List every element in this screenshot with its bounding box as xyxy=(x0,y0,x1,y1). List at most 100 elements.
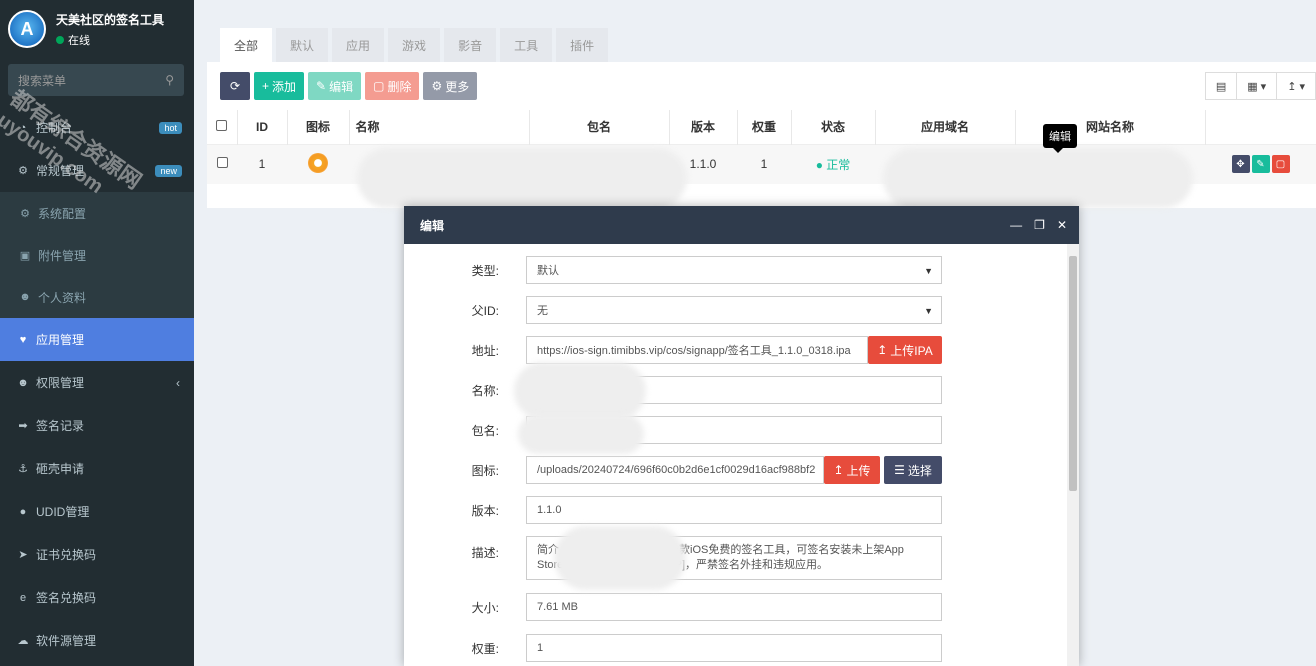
file-image-icon: ▣ xyxy=(19,249,31,262)
sidebar-item-dashboard[interactable]: ◔ 控制台 hot xyxy=(0,106,194,149)
redaction-blur xyxy=(554,526,686,590)
modal-form: 类型: 默认 ▼ 父ID: 无 ▼ 地址: https://ios-sign.tim… xyxy=(404,244,1067,666)
more-button[interactable]: ⚙ 更多 xyxy=(423,72,478,100)
brand-area: A 天美社区的签名工具 在线 xyxy=(0,0,194,58)
col-id[interactable]: ID xyxy=(237,110,288,144)
apple-icon: ● xyxy=(19,505,27,518)
weight-label: 权重: xyxy=(471,641,499,656)
add-button[interactable]: + 添加 xyxy=(254,72,305,100)
url-label: 地址: xyxy=(471,343,499,358)
upload-button[interactable]: ↥ 上传 xyxy=(824,456,880,484)
avatar[interactable]: A xyxy=(8,10,46,48)
select-all-checkbox[interactable] xyxy=(216,119,228,131)
col-version[interactable]: 版本 xyxy=(669,110,738,144)
size-input[interactable]: 7.61 MB xyxy=(526,593,942,621)
th-icon: ▦ ▾ xyxy=(1247,80,1267,93)
tab-plugins[interactable]: 插件 xyxy=(556,28,609,62)
heart-icon: ♥ xyxy=(19,333,27,346)
pencil-icon: ✎ xyxy=(316,79,327,93)
menu-search-input[interactable]: 搜索菜单 ⚲ xyxy=(8,64,184,96)
sidebar-item-general[interactable]: ⚙ 常规管理 new xyxy=(0,149,194,192)
delete-button[interactable]: ▢ 删除 xyxy=(365,72,420,100)
type-select[interactable]: 默认 ▼ xyxy=(526,256,942,284)
sidebar-item-cert-codes[interactable]: ➤ 证书兑换码 xyxy=(0,533,194,576)
col-weight[interactable]: 权重 xyxy=(737,110,792,144)
new-badge: new xyxy=(155,164,182,177)
arrows-icon: ✥ xyxy=(1236,158,1245,170)
col-status[interactable]: 状态 xyxy=(791,110,876,144)
upload-ipa-button[interactable]: ↥ 上传IPA xyxy=(868,336,942,364)
cloud-icon: ☁ xyxy=(17,635,29,647)
export-icon: ↥ ▾ xyxy=(1287,80,1305,93)
list-icon: ☰ xyxy=(894,463,905,477)
toggle-view-button[interactable]: ▤ xyxy=(1204,72,1238,100)
search-icon[interactable]: ⚲ xyxy=(165,73,174,87)
col-package[interactable]: 包名 xyxy=(529,110,670,144)
maximize-icon[interactable]: ❐ xyxy=(1034,218,1045,232)
tab-media[interactable]: 影音 xyxy=(444,28,497,62)
arrow-circle-icon: ➡ xyxy=(18,420,28,432)
upload-icon: ↥ xyxy=(877,343,888,357)
pencil-icon: ✎ xyxy=(1256,158,1265,170)
tab-apps[interactable]: 应用 xyxy=(332,28,385,62)
sidebar-item-profile[interactable]: ☻ 个人资料 xyxy=(0,276,194,318)
modal-title: 编辑 xyxy=(420,218,445,233)
weight-input[interactable]: 1 xyxy=(526,634,942,662)
parent-select[interactable]: 无 ▼ xyxy=(526,296,942,324)
desc-label: 描述: xyxy=(471,546,499,560)
tab-all[interactable]: 全部 xyxy=(220,28,273,62)
sidebar-item-decrypt-requests[interactable]: ⚓ 砸壳申请 xyxy=(0,447,194,490)
close-icon[interactable]: ✕ xyxy=(1057,218,1067,232)
choose-button[interactable]: ☰ 选择 xyxy=(884,456,942,484)
content-panel: 全部 默认 应用 游戏 影音 工具 插件 ⟳ + 添加 ✎ 编辑 ▢ 删除 ⚙ 更多 ▤… xyxy=(207,12,1316,208)
tab-tools[interactable]: 工具 xyxy=(500,28,553,62)
sidebar-item-udid[interactable]: ● UDID管理 xyxy=(0,490,194,533)
category-tabs: 全部 默认 应用 游戏 影音 工具 插件 xyxy=(207,12,1316,62)
refresh-button[interactable]: ⟳ xyxy=(220,72,250,100)
col-name[interactable]: 名称 xyxy=(349,110,530,144)
export-button[interactable]: ↥ ▾ xyxy=(1276,72,1316,100)
edit-button[interactable]: ✎ 编辑 xyxy=(308,72,362,100)
sidebar-item-app-management[interactable]: ♥ 应用管理 xyxy=(0,318,194,361)
sidebar-item-attachments[interactable]: ▣ 附件管理 xyxy=(0,234,194,276)
version-input[interactable]: 1.1.0 xyxy=(526,496,942,524)
refresh-icon: ⟳ xyxy=(229,79,241,93)
col-domain[interactable]: 应用域名 xyxy=(875,110,1016,144)
tab-default[interactable]: 默认 xyxy=(276,28,329,62)
sidebar-item-sign-codes[interactable]: е 签名兑换码 xyxy=(0,576,194,619)
cell-weight: 1 xyxy=(737,143,791,184)
user-icon: ☻ xyxy=(19,291,31,303)
url-input[interactable]: https://ios-sign.timibbs.vip/cos/signapp… xyxy=(526,336,868,364)
table-header-row: ID 图标 名称 包名 版本 权重 状态 应用域名 网站名称 操作 xyxy=(207,110,1316,144)
sidebar-item-sign-records[interactable]: ➡ 签名记录 xyxy=(0,404,194,447)
tab-games[interactable]: 游戏 xyxy=(388,28,441,62)
toolbar: ⟳ + 添加 ✎ 编辑 ▢ 删除 ⚙ 更多 ▤ ▦ ▾ ↥ ▾ xyxy=(207,62,1316,110)
users-icon: ☻ xyxy=(17,376,29,389)
edit-modal: 编辑 — ❐ ✕ 类型: 默认 ▼ 父ID: 无 ▼ 地址: https://ios… xyxy=(404,206,1079,666)
row-delete-button[interactable]: ▢ xyxy=(1271,155,1290,174)
cell-id: 1 xyxy=(237,143,287,184)
version-label: 版本: xyxy=(471,503,499,518)
col-icon[interactable]: 图标 xyxy=(287,110,350,144)
row-checkbox[interactable] xyxy=(216,157,228,169)
columns-button[interactable]: ▦ ▾ xyxy=(1236,72,1278,100)
plus-icon: + xyxy=(262,79,270,93)
cogs-icon: ⚙ xyxy=(18,165,28,177)
table-icon: ▤ xyxy=(1215,80,1227,93)
parent-label: 父ID: xyxy=(471,303,499,318)
modal-scrollbar[interactable] xyxy=(1067,244,1079,666)
trash-icon: ▢ xyxy=(1275,158,1286,170)
sidebar-item-permissions[interactable]: ☻ 权限管理 ‹ xyxy=(0,361,194,404)
sidebar-item-software-sources[interactable]: ☁ 软件源管理 xyxy=(0,619,194,662)
chevron-left-icon: ‹ xyxy=(176,375,180,390)
upload-icon: ↥ xyxy=(833,463,844,477)
drag-button[interactable]: ✥ xyxy=(1231,155,1250,174)
row-edit-button[interactable]: ✎ xyxy=(1251,155,1270,174)
minimize-icon[interactable]: — xyxy=(1010,218,1022,232)
sidebar-item-system-config[interactable]: ⚙ 系统配置 xyxy=(0,192,194,234)
scroll-thumb[interactable] xyxy=(1069,256,1077,491)
icon-input[interactable]: /uploads/20240724/696f60c0b2d6e1cf0029d1… xyxy=(526,456,824,484)
sidebar: A 天美社区的签名工具 在线 搜索菜单 ⚲ ◔ 控制台 hot ⚙ 常规管理 new ⚙… xyxy=(0,0,194,666)
internet-explorer-icon: е xyxy=(19,591,27,604)
type-label: 类型: xyxy=(471,263,499,278)
